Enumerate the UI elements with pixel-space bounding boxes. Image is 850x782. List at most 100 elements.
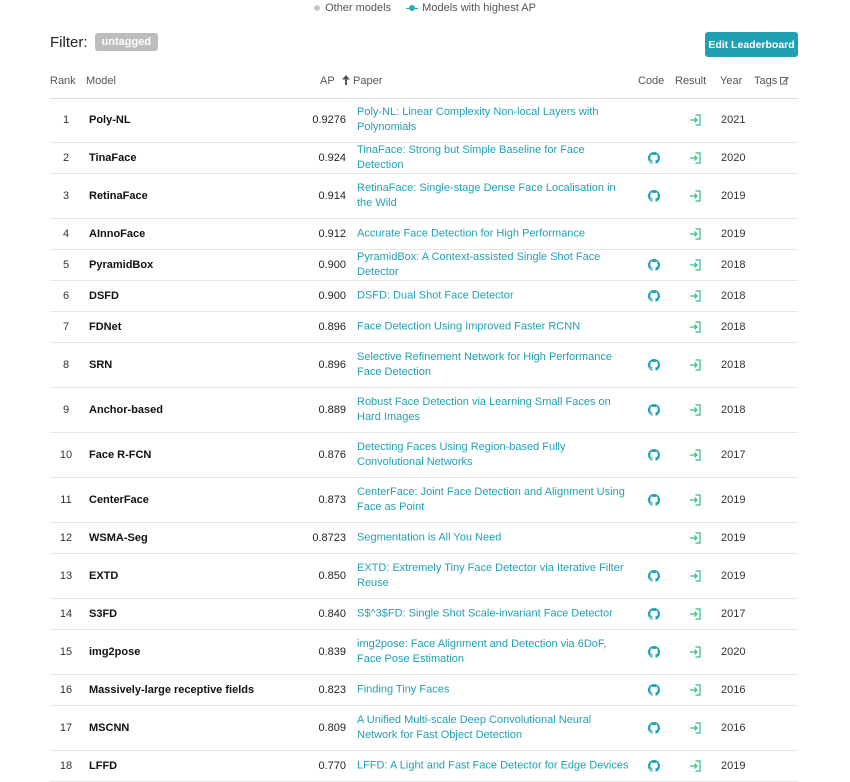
result-link-icon[interactable]	[689, 114, 701, 126]
table-row[interactable]: 3 RetinaFace 0.914 RetinaFace: Single-stage…	[50, 174, 798, 219]
model-name[interactable]: AInnoFace	[89, 228, 145, 240]
paper-link[interactable]: Accurate Face Detection for High Perform…	[357, 227, 629, 242]
header-rank[interactable]: Rank	[50, 75, 76, 87]
model-name[interactable]: LFFD	[89, 760, 117, 772]
table-row[interactable]: 16 Massively-large receptive fields 0.823 F…	[50, 675, 798, 706]
model-name[interactable]: CenterFace	[89, 494, 149, 506]
header-paper[interactable]: Paper	[353, 75, 382, 87]
model-name[interactable]: Poly-NL	[89, 114, 131, 126]
result-link-icon[interactable]	[689, 494, 701, 506]
result-link-icon[interactable]	[689, 259, 701, 271]
result-link-icon[interactable]	[689, 359, 701, 371]
table-row[interactable]: 13 EXTD 0.850 EXTD: Extremely Tiny Face Det…	[50, 554, 798, 599]
github-icon[interactable]	[648, 190, 660, 202]
table-row[interactable]: 18 LFFD 0.770 LFFD: A Light and Fast Face D…	[50, 751, 798, 782]
paper-link[interactable]: Robust Face Detection via Learning Small…	[357, 395, 629, 425]
result-link-icon[interactable]	[689, 404, 701, 416]
edit-leaderboard-button[interactable]: Edit Leaderboard	[705, 32, 798, 57]
result-link-icon[interactable]	[689, 449, 701, 461]
github-icon[interactable]	[648, 449, 660, 461]
result-link-icon[interactable]	[689, 570, 701, 582]
model-name[interactable]: WSMA-Seg	[89, 532, 148, 544]
header-model[interactable]: Model	[86, 75, 116, 87]
result-link-icon[interactable]	[689, 228, 701, 240]
github-icon[interactable]	[648, 646, 660, 658]
paper-link[interactable]: Selective Refinement Network for High Pe…	[357, 350, 629, 380]
legend-item-other[interactable]: Other models	[314, 2, 391, 14]
table-row[interactable]: 4 AInnoFace 0.912 Accurate Face Detection f…	[50, 219, 798, 250]
result-link-icon[interactable]	[689, 152, 701, 164]
legend-item-highest[interactable]: Models with highest AP	[406, 2, 536, 14]
paper-link[interactable]: Segmentation is All You Need	[357, 531, 629, 546]
paper-link[interactable]: RetinaFace: Single-stage Dense Face Loca…	[357, 181, 629, 211]
filter-tag-untagged[interactable]: untagged	[94, 33, 158, 51]
result-link-icon[interactable]	[689, 290, 701, 302]
header-tags[interactable]: Tags	[754, 75, 777, 87]
github-icon[interactable]	[648, 760, 660, 772]
github-icon[interactable]	[648, 608, 660, 620]
github-icon[interactable]	[648, 722, 660, 734]
result-link-icon[interactable]	[689, 684, 701, 696]
paper-link[interactable]: S$^3$FD: Single Shot Scale-invariant Fac…	[357, 607, 629, 622]
github-icon[interactable]	[648, 684, 660, 696]
model-name[interactable]: Anchor-based	[89, 404, 163, 416]
header-code[interactable]: Code	[638, 75, 664, 87]
result-link-icon[interactable]	[689, 190, 701, 202]
paper-link[interactable]: Poly-NL: Linear Complexity Non-local Lay…	[357, 105, 629, 135]
result-link-icon[interactable]	[689, 321, 701, 333]
table-row[interactable]: 5 PyramidBox 0.900 PyramidBox: A Context-as…	[50, 250, 798, 281]
result-link-icon[interactable]	[689, 608, 701, 620]
github-icon[interactable]	[648, 404, 660, 416]
table-row[interactable]: 17 MSCNN 0.809 A Unified Multi-scale Deep C…	[50, 706, 798, 751]
model-name[interactable]: EXTD	[89, 570, 118, 582]
table-row[interactable]: 9 Anchor-based 0.889 Robust Face Detection …	[50, 388, 798, 433]
paper-link[interactable]: Finding Tiny Faces	[357, 683, 629, 698]
model-name[interactable]: PyramidBox	[89, 259, 153, 271]
table-row[interactable]: 8 SRN 0.896 Selective Refinement Network fo…	[50, 343, 798, 388]
model-name[interactable]: S3FD	[89, 608, 117, 620]
model-name[interactable]: RetinaFace	[89, 190, 148, 202]
paper-link[interactable]: Face Detection Using Improved Faster RCN…	[357, 320, 629, 335]
table-row[interactable]: 11 CenterFace 0.873 CenterFace: Joint Face …	[50, 478, 798, 523]
paper-link[interactable]: CenterFace: Joint Face Detection and Ali…	[357, 485, 629, 515]
header-year[interactable]: Year	[720, 75, 742, 87]
paper-link[interactable]: Detecting Faces Using Region-based Fully…	[357, 440, 629, 470]
table-row[interactable]: 15 img2pose 0.839 img2pose: Face Alignment …	[50, 630, 798, 675]
model-name[interactable]: Face R-FCN	[89, 449, 151, 461]
paper-link[interactable]: DSFD: Dual Shot Face Detector	[357, 289, 629, 304]
model-name[interactable]: FDNet	[89, 321, 121, 333]
model-name[interactable]: MSCNN	[89, 722, 129, 734]
paper-link[interactable]: LFFD: A Light and Fast Face Detector for…	[357, 759, 629, 774]
table-row[interactable]: 6 DSFD 0.900 DSFD: Dual Shot Face Detector 2…	[50, 281, 798, 312]
github-icon[interactable]	[648, 570, 660, 582]
github-icon[interactable]	[648, 290, 660, 302]
paper-link[interactable]: PyramidBox: A Context-assisted Single Sh…	[357, 250, 629, 280]
header-result[interactable]: Result	[675, 75, 706, 87]
paper-link[interactable]: img2pose: Face Alignment and Detection v…	[357, 637, 629, 667]
paper-link[interactable]: A Unified Multi-scale Deep Convolutional…	[357, 713, 629, 743]
paper-link[interactable]: EXTD: Extremely Tiny Face Detector via I…	[357, 561, 629, 591]
table-row[interactable]: 10 Face R-FCN 0.876 Detecting Faces Using R…	[50, 433, 798, 478]
github-icon[interactable]	[648, 359, 660, 371]
table-row[interactable]: 14 S3FD 0.840 S$^3$FD: Single Shot Scale-in…	[50, 599, 798, 630]
result-link-icon[interactable]	[689, 532, 701, 544]
model-name[interactable]: SRN	[89, 359, 112, 371]
paper-link[interactable]: TinaFace: Strong but Simple Baseline for…	[357, 143, 629, 173]
result-link-icon[interactable]	[689, 722, 701, 734]
model-name[interactable]: img2pose	[89, 646, 140, 658]
model-name[interactable]: Massively-large receptive fields	[89, 684, 254, 696]
table-row[interactable]: 12 WSMA-Seg 0.8723 Segmentation is All You …	[50, 523, 798, 554]
github-icon[interactable]	[648, 152, 660, 164]
github-icon[interactable]	[648, 259, 660, 271]
edit-icon[interactable]	[780, 76, 789, 88]
table-row[interactable]: 2 TinaFace 0.924 TinaFace: Strong but Simpl…	[50, 143, 798, 174]
table-row[interactable]: 1 Poly-NL 0.9276 Poly-NL: Linear Complexity…	[50, 98, 798, 143]
sort-arrow-up-icon[interactable]	[342, 75, 350, 88]
table-row[interactable]: 7 FDNet 0.896 Face Detection Using Improved…	[50, 312, 798, 343]
model-name[interactable]: TinaFace	[89, 152, 137, 164]
github-icon[interactable]	[648, 494, 660, 506]
header-ap[interactable]: AP	[320, 75, 335, 87]
result-link-icon[interactable]	[689, 760, 701, 772]
result-link-icon[interactable]	[689, 646, 701, 658]
model-name[interactable]: DSFD	[89, 290, 119, 302]
